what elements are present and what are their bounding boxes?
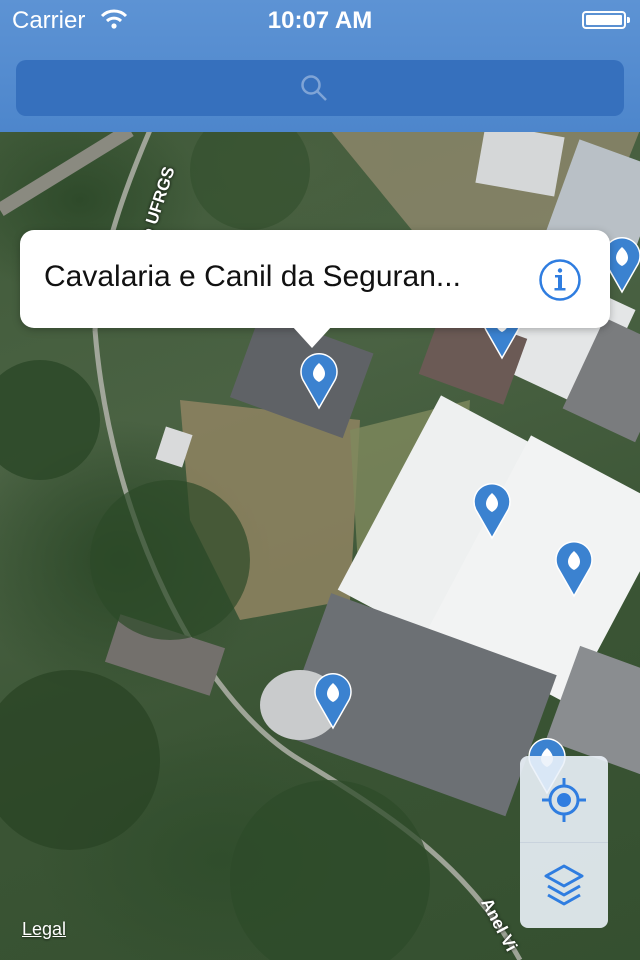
flame-pin-icon bbox=[300, 353, 338, 410]
callout-title: Cavalaria e Canil da Seguran... bbox=[44, 260, 461, 293]
search-field[interactable] bbox=[16, 60, 624, 116]
status-bar: Carrier 10:07 AM bbox=[0, 0, 640, 40]
callout-pointer bbox=[292, 326, 332, 348]
flame-pin-icon bbox=[555, 541, 593, 598]
map-pin[interactable] bbox=[470, 480, 514, 540]
layers-button[interactable] bbox=[520, 842, 608, 928]
locate-icon bbox=[542, 778, 586, 822]
legal-link[interactable]: Legal bbox=[22, 919, 66, 940]
map-pin[interactable] bbox=[552, 538, 596, 598]
flame-pin-icon bbox=[314, 673, 352, 730]
layers-icon bbox=[544, 864, 584, 906]
battery-icon bbox=[582, 11, 630, 29]
locate-button[interactable] bbox=[520, 756, 608, 842]
map-controls bbox=[520, 756, 608, 928]
info-icon bbox=[539, 259, 581, 301]
map-pin[interactable] bbox=[297, 350, 341, 410]
map-pin[interactable] bbox=[311, 670, 355, 730]
info-button[interactable] bbox=[538, 258, 582, 307]
clock: 10:07 AM bbox=[267, 7, 373, 34]
flame-pin-icon bbox=[473, 483, 511, 540]
search-icon bbox=[300, 74, 328, 107]
navigation-bar: Carrier 10:07 AM bbox=[0, 0, 640, 132]
annotation-callout[interactable]: Cavalaria e Canil da Seguran... bbox=[20, 230, 610, 348]
